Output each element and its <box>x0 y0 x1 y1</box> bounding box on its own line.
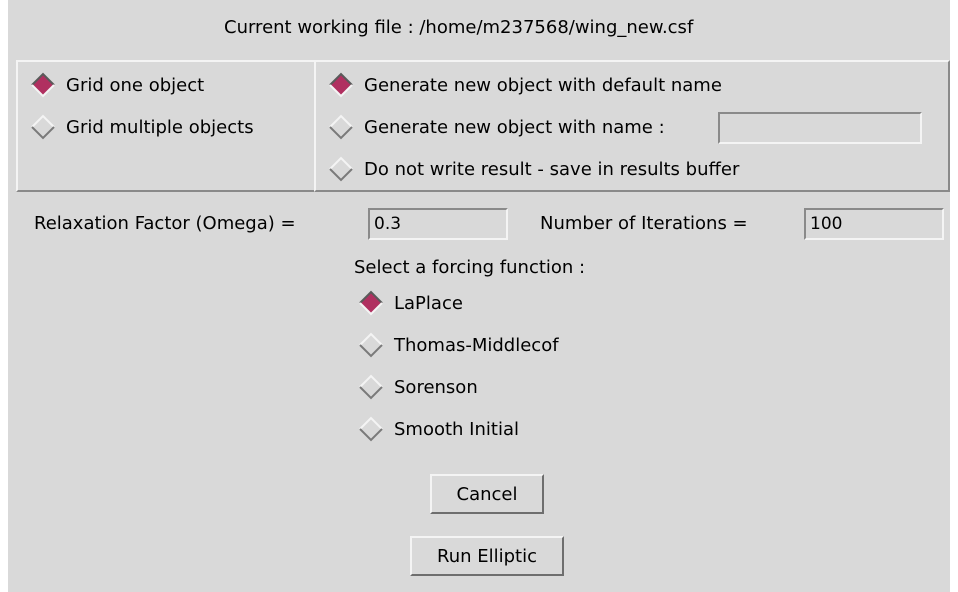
radio-diamond-icon <box>359 416 383 442</box>
run-elliptic-button[interactable]: Run Elliptic <box>410 536 564 576</box>
elliptic-dialog: Current working file : /home/m237568/win… <box>8 0 950 592</box>
radio-results-buffer[interactable]: Do not write result - save in results bu… <box>328 154 739 184</box>
radio-new-name[interactable]: Generate new object with name : <box>328 112 665 142</box>
radio-diamond-icon <box>359 290 383 316</box>
radio-smooth-initial[interactable]: Smooth Initial <box>358 414 519 444</box>
omega-label: Relaxation Factor (Omega) = <box>34 213 296 234</box>
cancel-button[interactable]: Cancel <box>430 474 544 514</box>
radio-thomas-middlecof[interactable]: Thomas-Middlecof <box>358 330 559 360</box>
radio-label: Do not write result - save in results bu… <box>364 158 740 180</box>
radio-grid-one-object[interactable]: Grid one object <box>30 70 204 100</box>
radio-default-name[interactable]: Generate new object with default name <box>328 70 722 100</box>
iterations-input[interactable] <box>804 208 944 240</box>
omega-input[interactable] <box>368 208 508 240</box>
radio-label: Generate new object with default name <box>364 74 722 96</box>
radio-label: Grid one object <box>66 74 205 96</box>
radio-diamond-icon <box>359 374 383 400</box>
forcing-function-prompt: Select a forcing function : <box>354 257 586 278</box>
radio-diamond-icon <box>329 156 353 182</box>
radio-diamond-icon <box>31 114 55 140</box>
radio-label: Smooth Initial <box>394 418 519 440</box>
radio-diamond-icon <box>329 72 353 98</box>
working-file-label: Current working file : /home/m237568/win… <box>224 17 694 38</box>
radio-diamond-icon <box>31 72 55 98</box>
radio-label: Sorenson <box>394 376 478 398</box>
radio-label: Thomas-Middlecof <box>394 334 559 356</box>
radio-grid-multiple-objects[interactable]: Grid multiple objects <box>30 112 254 142</box>
radio-label: Grid multiple objects <box>66 116 254 138</box>
object-name-input[interactable] <box>718 112 922 144</box>
radio-diamond-icon <box>329 114 353 140</box>
radio-sorenson[interactable]: Sorenson <box>358 372 478 402</box>
iterations-label: Number of Iterations = <box>540 213 748 234</box>
radio-laplace[interactable]: LaPlace <box>358 288 463 318</box>
radio-label: Generate new object with name : <box>364 116 665 138</box>
radio-diamond-icon <box>359 332 383 358</box>
radio-label: LaPlace <box>394 292 463 314</box>
